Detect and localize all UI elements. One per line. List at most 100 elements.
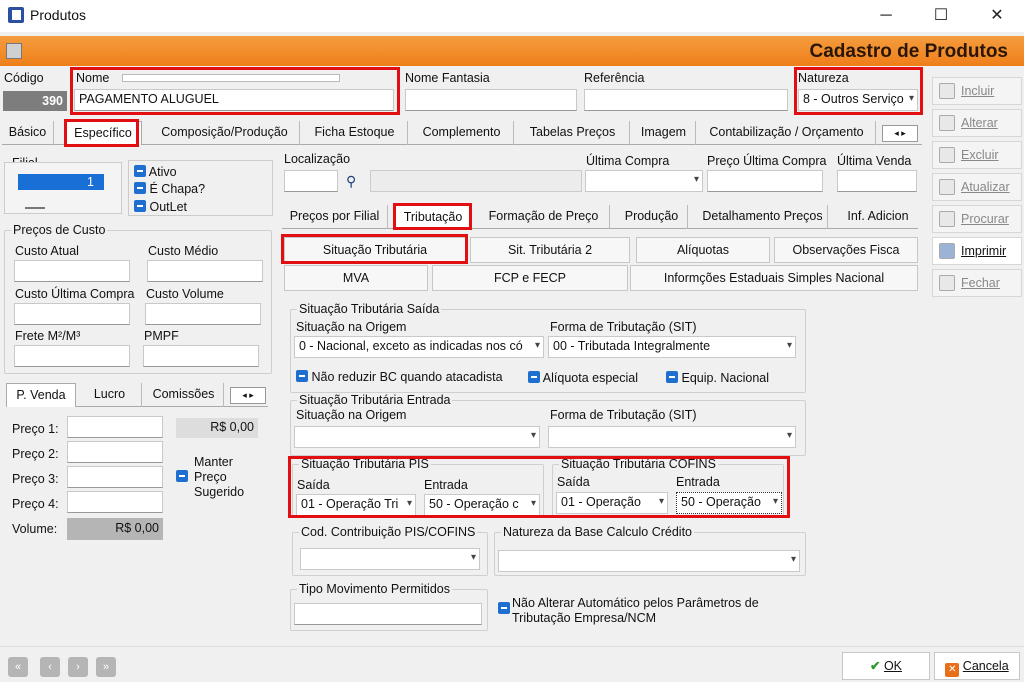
custo-atual-input[interactable]	[14, 260, 130, 282]
natureza-base-select[interactable]: ▾	[498, 550, 800, 572]
pis-entrada-value: 50 - Operação c	[429, 497, 519, 511]
aliquotas-button[interactable]: Alíquotas	[636, 237, 770, 263]
chevron-down-icon: ▾	[908, 93, 914, 104]
entrada-origem-select[interactable]: ▾	[294, 426, 540, 448]
atualizar-button[interactable]: Atualizar	[932, 173, 1022, 201]
preco1-label: Preço 1:	[12, 422, 59, 436]
tab-comissoes[interactable]: Comissões	[144, 383, 224, 407]
aliquota-especial-checkbox[interactable]: Alíquota especial	[528, 371, 638, 385]
tab-detalhamento[interactable]: Detalhamento Preços	[698, 205, 828, 229]
tab-basico[interactable]: Básico	[2, 121, 54, 145]
custo-medio-input[interactable]	[147, 260, 263, 282]
natureza-value: 8 - Outros Serviço	[803, 92, 904, 106]
forma-select[interactable]: 00 - Tributada Integralmente ▾	[548, 336, 796, 358]
pmpf-label: PMPF	[144, 329, 179, 343]
nome-fantasia-input[interactable]	[405, 89, 577, 111]
preco-ultima-compra-input[interactable]	[707, 170, 823, 192]
pmpf-input[interactable]	[143, 345, 259, 367]
filial-value[interactable]: 1	[18, 174, 104, 190]
tab-composicao[interactable]: Composição/Produção	[150, 121, 300, 145]
localizacao-input[interactable]	[284, 170, 338, 192]
binoculars-icon[interactable]: ⚲	[346, 173, 356, 190]
tab-tributacao[interactable]: Tributação	[394, 205, 472, 229]
pis-entrada-select[interactable]: 50 - Operação c ▾	[424, 494, 540, 516]
prev-record-icon[interactable]: ‹	[40, 657, 60, 677]
origem-select[interactable]: 0 - Nacional, exceto as indicadas nos có…	[294, 336, 544, 358]
preco3-input[interactable]	[67, 466, 163, 488]
sit-tributaria-2-button[interactable]: Sit. Tributária 2	[470, 237, 630, 263]
door-icon	[939, 275, 955, 291]
manter-label: Manter Preço Sugerido	[194, 455, 245, 499]
tab-inf-adicionais[interactable]: Inf. Adicion	[838, 205, 918, 229]
close-button[interactable]: ✕	[974, 0, 1020, 32]
fcp-fecp-button[interactable]: FCP e FECP	[432, 265, 628, 291]
chapa-checkbox[interactable]: É Chapa?	[134, 182, 205, 196]
referencia-input[interactable]	[584, 89, 788, 111]
tab-producao[interactable]: Produção	[616, 205, 688, 229]
observacoes-fiscais-button[interactable]: Observações Fisca	[774, 237, 918, 263]
incluir-button[interactable]: Incluir	[932, 77, 1022, 105]
ultima-venda-input[interactable]	[837, 170, 917, 192]
ok-button[interactable]: ✔ OK	[842, 652, 930, 680]
nome-input[interactable]: PAGAMENTO ALUGUEL	[74, 89, 394, 111]
ultima-compra-select[interactable]: ▾	[585, 170, 703, 192]
pis-saida-label: Saída	[297, 478, 330, 492]
last-record-icon[interactable]: »	[96, 657, 116, 677]
cancela-button[interactable]: ✕ Cancela	[934, 652, 1020, 680]
natureza-select[interactable]: 8 - Outros Serviço ▾	[798, 89, 918, 111]
procurar-button[interactable]: Procurar	[932, 205, 1022, 233]
fechar-button[interactable]: Fechar	[932, 269, 1022, 297]
tab-ficha-estoque[interactable]: Ficha Estoque	[302, 121, 408, 145]
origem-label: Situação na Origem	[296, 320, 407, 334]
nao-alterar-checkbox[interactable]	[498, 602, 510, 616]
entrada-forma-label: Forma de Tributação (SIT)	[550, 408, 697, 422]
venda-scroll-arrows[interactable]: ◂ ▸	[230, 387, 266, 404]
tab-especifico[interactable]: Específico	[64, 121, 142, 145]
check-icon: ✔	[869, 659, 881, 673]
manter-checkbox[interactable]	[176, 470, 188, 484]
excluir-button[interactable]: Excluir	[932, 141, 1022, 169]
chevron-down-icon: ▾	[790, 554, 796, 565]
tab-p-venda[interactable]: P. Venda	[6, 383, 76, 407]
maximize-button[interactable]: ☐	[918, 0, 964, 32]
outlet-checkbox[interactable]: OutLet	[134, 200, 187, 214]
tab-formacao-preco[interactable]: Formação de Preço	[478, 205, 610, 229]
informacoes-estaduais-button[interactable]: Informções Estaduais Simples Nacional	[630, 265, 918, 291]
tipo-movimento-input[interactable]	[294, 603, 482, 625]
situacao-tributaria-button[interactable]: Situação Tributária	[284, 237, 466, 263]
first-record-icon[interactable]: «	[8, 657, 28, 677]
nao-reduzir-checkbox[interactable]: Não reduzir BC quando atacadista	[296, 370, 503, 384]
checkbox-icon	[134, 165, 146, 177]
entrada-forma-select[interactable]: ▾	[548, 426, 796, 448]
tab-tabelas-precos[interactable]: Tabelas Preços	[516, 121, 630, 145]
frete-input[interactable]	[14, 345, 130, 367]
cancela-label: Cancela	[962, 659, 1009, 673]
tab-contabilizacao[interactable]: Contabilização / Orçamento	[698, 121, 876, 145]
equip-nacional-checkbox[interactable]: Equip. Nacional	[666, 371, 769, 385]
minimize-button[interactable]: ─	[863, 0, 909, 32]
banner: Cadastro de Produtos	[0, 36, 1024, 66]
tab-lucro[interactable]: Lucro	[78, 383, 142, 407]
pis-saida-select[interactable]: 01 - Operação Tri ▾	[296, 494, 416, 516]
next-record-icon[interactable]: ›	[68, 657, 88, 677]
alterar-button[interactable]: Alterar	[932, 109, 1022, 137]
app-icon	[8, 7, 24, 23]
title-bar: Produtos ─ ☐ ✕	[0, 0, 1024, 32]
cod-contribuicao-select[interactable]: ▾	[300, 548, 480, 570]
custo-volume-input[interactable]	[145, 303, 261, 325]
preco4-input[interactable]	[67, 491, 163, 513]
cod-contribuicao-title: Cod. Contribuição PIS/COFINS	[299, 525, 478, 539]
ativo-checkbox[interactable]: Ativo	[134, 165, 177, 179]
cofins-entrada-select[interactable]: 50 - Operação ▾	[676, 492, 782, 514]
cofins-saida-select[interactable]: 01 - Operação ▾	[556, 492, 668, 514]
tab-imagem[interactable]: Imagem	[632, 121, 696, 145]
tab-complemento[interactable]: Complemento	[410, 121, 514, 145]
mva-button[interactable]: MVA	[284, 265, 428, 291]
banner-title: Cadastro de Produtos	[809, 41, 1008, 62]
imprimir-button[interactable]: Imprimir	[932, 237, 1022, 265]
tab-scroll-arrows[interactable]: ◂ ▸	[882, 125, 918, 142]
preco1-input[interactable]	[67, 416, 163, 438]
preco2-input[interactable]	[67, 441, 163, 463]
custo-ultima-input[interactable]	[14, 303, 130, 325]
tab-precos-filial[interactable]: Preços por Filial	[282, 205, 388, 229]
